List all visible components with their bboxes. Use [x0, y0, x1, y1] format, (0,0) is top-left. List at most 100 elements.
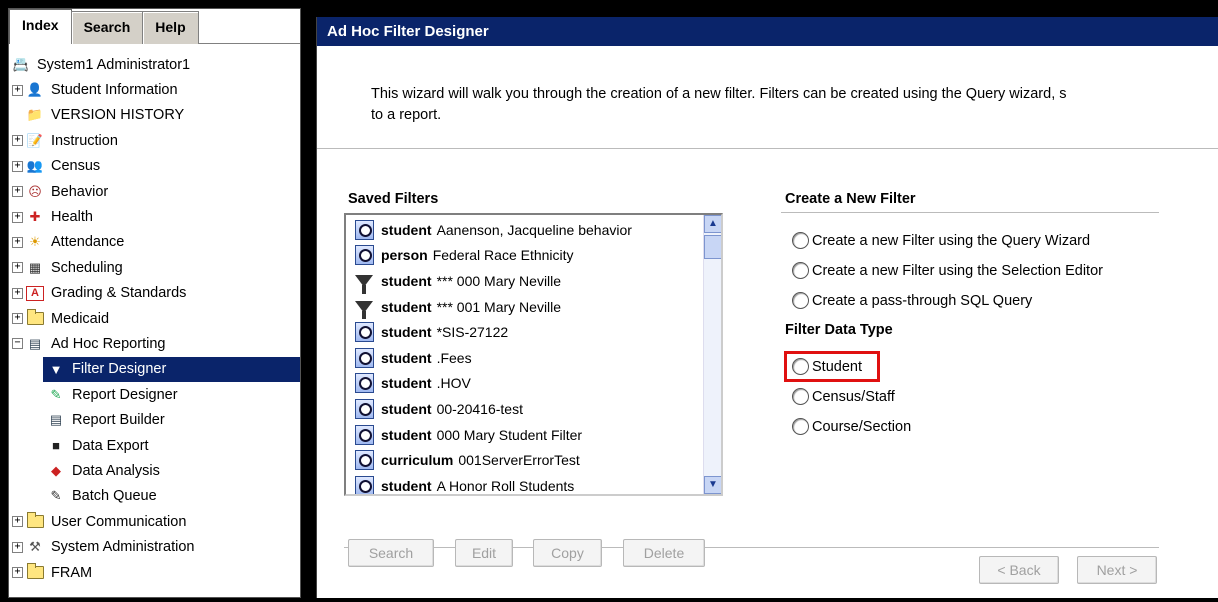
radio-label: Create a new Filter using the Selection … [812, 262, 1103, 279]
scroll-down-icon[interactable]: ▼ [704, 476, 721, 494]
expand-icon[interactable]: + [12, 516, 23, 528]
radio-label: Census/Staff [812, 388, 895, 405]
tree-item[interactable]: 📇 System1 Administrator1 [9, 52, 300, 77]
list-item[interactable]: student A Honor Roll Students [346, 473, 701, 494]
tree-item[interactable]: + FRAM [9, 560, 300, 585]
expand-icon[interactable]: + [12, 262, 23, 274]
navigation-tree: 📇 System1 Administrator1 + 👤 Student Informa… [9, 52, 300, 585]
expand-icon[interactable]: + [12, 287, 23, 299]
tab-help[interactable]: Help [142, 11, 199, 44]
tree-item[interactable]: + ▦ Scheduling [9, 255, 300, 280]
saved-filters-list[interactable]: student Aanenson, Jacqueline behavior pers… [344, 213, 723, 496]
radio-course-section[interactable]: Course/Section [792, 418, 911, 435]
list-item[interactable]: student .HOV [346, 371, 701, 397]
tree-item[interactable]: ▤ Report Builder [9, 407, 300, 432]
edit-button[interactable]: Edit [455, 539, 513, 567]
radio-circle-icon[interactable] [792, 232, 809, 249]
expand-icon[interactable]: + [12, 160, 23, 172]
census-icon: 👥 [26, 158, 44, 174]
list-item[interactable]: student Aanenson, Jacqueline behavior [346, 217, 701, 243]
radio-circle-icon[interactable] [792, 388, 809, 405]
tree-item[interactable]: + ✚ Health [9, 204, 300, 229]
filter-name: 001ServerErrorTest [458, 452, 580, 469]
radio-label: Create a new Filter using the Query Wiza… [812, 232, 1091, 249]
tree-item[interactable]: + 👥 Census [9, 154, 300, 179]
expand-icon[interactable]: + [12, 84, 23, 96]
tree-item[interactable]: + ⚒ System Administration [9, 534, 300, 559]
expand-icon[interactable]: + [12, 567, 23, 578]
tree-item-label: VERSION HISTORY [51, 107, 185, 124]
attendance-icon: ☀ [29, 234, 41, 250]
radio-label: Create a pass-through SQL Query [812, 292, 1033, 309]
magnifier-shape [354, 245, 374, 266]
tree-item[interactable]: − ▤ Ad Hoc Reporting [9, 331, 300, 356]
radio-circle-icon[interactable] [792, 358, 809, 375]
tree-item[interactable]: ✎ Report Designer [9, 382, 300, 407]
tree-item[interactable]: + A Grading & Standards [9, 281, 300, 306]
radio-student[interactable]: Student [792, 358, 862, 375]
back-button[interactable]: < Back [979, 556, 1059, 584]
tree-item[interactable]: + 👤 Student Information [9, 77, 300, 102]
divider [781, 212, 1159, 213]
intro-line-1: This wizard will walk you through the cr… [371, 86, 1067, 102]
tree-item[interactable]: ■ Data Export [9, 433, 300, 458]
list-item[interactable]: student .Fees [346, 345, 701, 371]
expand-icon[interactable]: + [12, 541, 23, 553]
expand-icon[interactable]: + [12, 135, 23, 147]
next-button[interactable]: Next > [1077, 556, 1157, 584]
tab-search[interactable]: Search [70, 11, 144, 44]
filter-name: *** 000 Mary Neville [436, 272, 562, 289]
radio-circle-icon[interactable] [792, 262, 809, 279]
expand-icon[interactable]: + [12, 236, 23, 248]
radio-query-wizard[interactable]: Create a new Filter using the Query Wiza… [792, 232, 1090, 249]
expand-icon[interactable]: + [12, 186, 23, 198]
list-item[interactable]: student 000 Mary Student Filter [346, 422, 701, 448]
tree-item[interactable]: + 📝 Instruction [9, 128, 300, 153]
scheduling-icon: ▦ [28, 259, 42, 275]
divider [317, 148, 1218, 149]
delete-button[interactable]: Delete [623, 539, 705, 567]
collapse-icon[interactable]: − [12, 338, 23, 350]
expand-icon[interactable]: + [12, 211, 23, 223]
scroll-thumb[interactable] [704, 235, 721, 259]
radio-selection-editor[interactable]: Create a new Filter using the Selection … [792, 262, 1103, 279]
tree-item[interactable]: + User Communication [9, 509, 300, 534]
navigation-pane: Index Search Help 📇 System1 Administrator… [8, 8, 301, 598]
tree-item-label: System1 Administrator1 [37, 56, 191, 73]
tree-item[interactable]: + ☀ Attendance [9, 230, 300, 255]
list-scrollbar[interactable]: ▲ ▼ [703, 215, 721, 494]
search-button[interactable]: Search [348, 539, 434, 567]
tab-index[interactable]: Index [9, 9, 72, 44]
list-item[interactable]: student *SIS-27122 [346, 319, 701, 345]
scroll-up-icon[interactable]: ▲ [704, 215, 721, 233]
radio-census-staff[interactable]: Census/Staff [792, 388, 895, 405]
list-item[interactable]: person Federal Race Ethnicity [346, 243, 701, 269]
query-icon [353, 219, 375, 241]
tree-item[interactable]: + ☹ Behavior [9, 179, 300, 204]
tree-item[interactable]: ✎ Batch Queue [9, 484, 300, 509]
tree-item-label: Data Export [72, 437, 149, 454]
list-item[interactable]: student *** 001 Mary Neville [346, 294, 701, 320]
radio-label: Course/Section [812, 418, 912, 435]
radio-circle-icon[interactable] [792, 418, 809, 435]
list-item[interactable]: curriculum 001ServerErrorTest [346, 447, 701, 473]
filter-name: .Fees [436, 349, 472, 366]
magnifier-shape [354, 219, 374, 240]
list-item[interactable]: student 00-20416-test [346, 396, 701, 422]
tree-item[interactable]: ▼ Filter Designer [43, 356, 300, 383]
funnel-shape [355, 274, 373, 294]
tree-item-label: Data Analysis [72, 462, 160, 479]
funnel-icon [353, 296, 375, 320]
tree-item-label: User Communication [51, 513, 187, 530]
user-card-icon: 📇 [12, 56, 30, 72]
tree-item-label: Behavior [51, 183, 109, 200]
tree-item[interactable]: 📁 VERSION HISTORY [9, 103, 300, 128]
radio-sql-query[interactable]: Create a pass-through SQL Query [792, 292, 1032, 309]
tree-item[interactable]: ◆ Data Analysis [9, 458, 300, 483]
filter-type: student [381, 375, 432, 392]
expand-icon[interactable]: + [12, 313, 23, 325]
list-item[interactable]: student *** 000 Mary Neville [346, 268, 701, 294]
radio-circle-icon[interactable] [792, 292, 809, 309]
tree-item[interactable]: + Medicaid [9, 306, 300, 331]
copy-button[interactable]: Copy [533, 539, 602, 567]
